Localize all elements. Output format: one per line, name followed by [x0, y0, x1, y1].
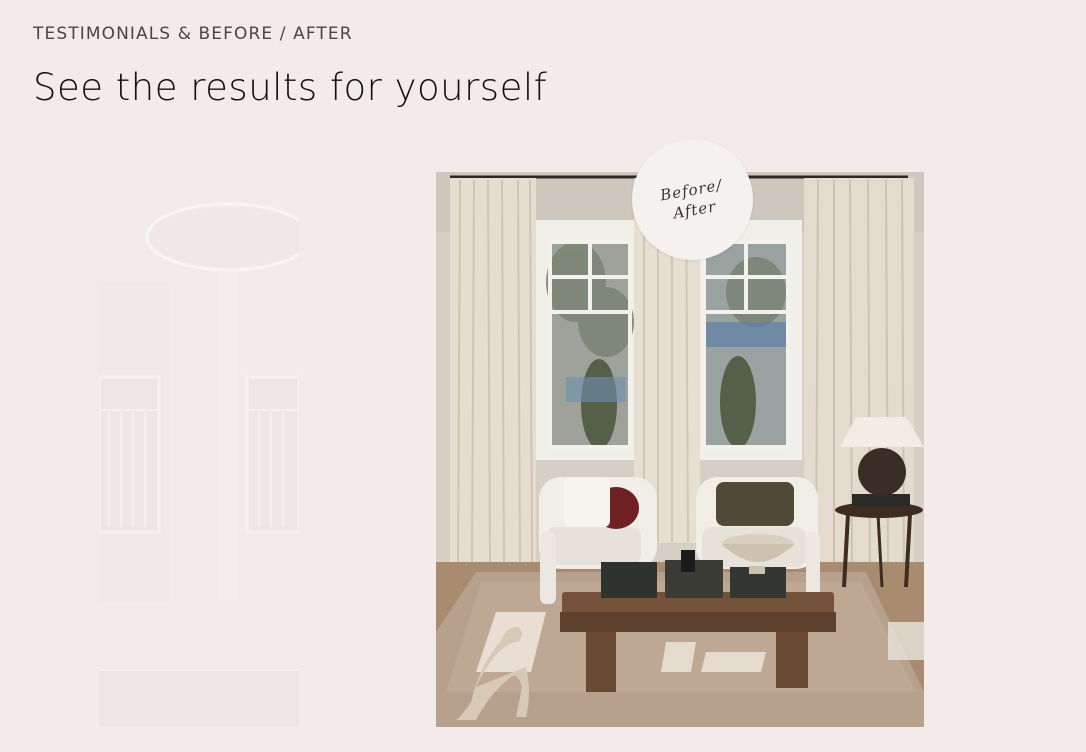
- before-after-badge: Before/ After: [632, 139, 753, 260]
- badge-label: Before/ After: [658, 175, 724, 222]
- before-image: [99, 172, 299, 727]
- eyebrow-label: TESTIMONIALS & BEFORE / AFTER: [33, 24, 353, 44]
- section-headline: See the results for yourself: [33, 66, 548, 109]
